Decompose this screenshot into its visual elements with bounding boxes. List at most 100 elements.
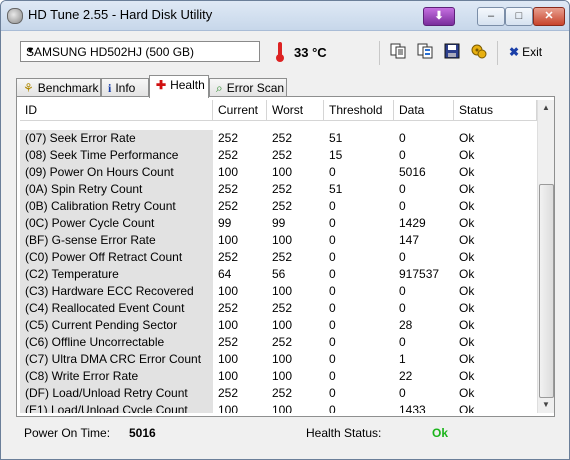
cell-data: 917537 — [399, 267, 440, 281]
cell-current: 100 — [218, 318, 239, 332]
cell-status: Ok — [459, 199, 475, 213]
table-row[interactable]: (C7) Ultra DMA CRC Error Count 100 100 0 1 Ok — [20, 351, 537, 368]
cell-current: 100 — [218, 233, 239, 247]
cell-status: Ok — [459, 386, 475, 400]
table-row[interactable]: (09) Power On Hours Count 100 100 0 5016 Ok — [20, 164, 537, 181]
cell-current: 100 — [218, 403, 239, 413]
table-row[interactable]: (0C) Power Cycle Count 99 99 0 1429 Ok — [20, 215, 537, 232]
table-row[interactable]: (DF) Load/Unload Retry Count 252 252 0 0 Ok — [20, 385, 537, 402]
table-row[interactable]: (C0) Power Off Retract Count 252 252 0 0 Ok — [20, 249, 537, 266]
tab-label: Error Scan — [226, 81, 285, 95]
cell-data: 1 — [399, 352, 406, 366]
health-status-value: Ok — [432, 426, 449, 440]
cell-threshold: 0 — [329, 369, 336, 383]
cell-data: 0 — [399, 131, 406, 145]
cell-threshold: 0 — [329, 335, 336, 349]
tab-error-scan[interactable]: ⌕ Error Scan — [209, 78, 287, 97]
table-row[interactable]: (E1) Load/Unload Cycle Count 100 100 0 1433 O… — [20, 402, 537, 413]
cell-data: 0 — [399, 284, 406, 298]
title-bar[interactable]: HD Tune 2.55 - Hard Disk Utility ⬇ – □ ✕ — [1, 1, 569, 31]
cell-threshold: 0 — [329, 199, 336, 213]
window-title: HD Tune 2.55 - Hard Disk Utility — [28, 7, 213, 22]
table-row[interactable]: (C5) Current Pending Sector 100 100 0 28 Ok — [20, 317, 537, 334]
table-row[interactable]: (C4) Reallocated Event Count 252 252 0 0 Ok — [20, 300, 537, 317]
copy-icon[interactable] — [390, 43, 406, 59]
power-on-value: 5016 — [129, 426, 156, 440]
tab-health[interactable]: ✚ Health — [149, 75, 209, 98]
cell-id: (C2) Temperature — [20, 266, 213, 283]
options-icon[interactable] — [471, 43, 487, 59]
cell-status: Ok — [459, 165, 475, 179]
cell-id: (0C) Power Cycle Count — [20, 215, 213, 232]
cell-status: Ok — [459, 233, 475, 247]
cell-threshold: 0 — [329, 301, 336, 315]
cell-worst: 100 — [272, 369, 293, 383]
cell-data: 1429 — [399, 216, 426, 230]
table-row[interactable]: (07) Seek Error Rate 252 252 51 0 Ok — [20, 130, 537, 147]
column-header-worst[interactable]: Worst — [267, 100, 324, 120]
tab-label: Info — [115, 81, 136, 95]
cell-current: 252 — [218, 199, 239, 213]
column-header-threshold[interactable]: Threshold — [324, 100, 394, 120]
cell-worst: 252 — [272, 182, 293, 196]
cell-worst: 252 — [272, 131, 293, 145]
cell-status: Ok — [459, 267, 475, 281]
table-row[interactable]: (0B) Calibration Retry Count 252 252 0 0 Ok — [20, 198, 537, 215]
cell-worst: 100 — [272, 318, 293, 332]
minimize-button[interactable]: – — [477, 7, 505, 26]
cell-id: (C0) Power Off Retract Count — [20, 249, 213, 266]
scroll-up-icon[interactable]: ▲ — [538, 100, 554, 116]
status-bar: Power On Time: 5016 Health Status: Ok — [1, 419, 569, 459]
cell-threshold: 0 — [329, 352, 336, 366]
cell-current: 64 — [218, 267, 232, 281]
vertical-scrollbar[interactable]: ▲ ▼ — [537, 100, 554, 413]
download-button[interactable]: ⬇ — [423, 7, 455, 26]
cell-worst: 252 — [272, 335, 293, 349]
cell-status: Ok — [459, 182, 475, 196]
table-header: ID Current Worst Threshold Data Status — [20, 100, 537, 121]
cell-data: 0 — [399, 335, 406, 349]
column-header-id[interactable]: ID — [20, 100, 213, 120]
drive-select[interactable]: SAMSUNG HD502HJ (500 GB) ▼ — [20, 41, 260, 62]
cell-status: Ok — [459, 352, 475, 366]
cell-current: 252 — [218, 148, 239, 162]
cell-threshold: 51 — [329, 182, 343, 196]
column-header-status[interactable]: Status — [454, 100, 537, 120]
table-row[interactable]: (BF) G-sense Error Rate 100 100 0 147 Ok — [20, 232, 537, 249]
scroll-down-icon[interactable]: ▼ — [538, 397, 554, 413]
column-header-data[interactable]: Data — [394, 100, 454, 120]
table-row[interactable]: (C3) Hardware ECC Recovered 100 100 0 0 Ok — [20, 283, 537, 300]
smart-table: ID Current Worst Threshold Data Status (… — [20, 100, 537, 413]
column-header-current[interactable]: Current — [213, 100, 267, 120]
benchmark-icon: ⚘ — [23, 81, 34, 95]
table-row[interactable]: (C2) Temperature 64 56 0 917537 Ok — [20, 266, 537, 283]
save-icon[interactable] — [444, 43, 460, 59]
cell-id: (C3) Hardware ECC Recovered — [20, 283, 213, 300]
cell-threshold: 15 — [329, 148, 343, 162]
cell-status: Ok — [459, 284, 475, 298]
cell-threshold: 0 — [329, 165, 336, 179]
cell-status: Ok — [459, 369, 475, 383]
table-row[interactable]: (08) Seek Time Performance 252 252 15 0 Ok — [20, 147, 537, 164]
cell-id: (0A) Spin Retry Count — [20, 181, 213, 198]
exit-button[interactable]: ✖ Exit — [509, 45, 542, 59]
tab-info[interactable]: i Info — [101, 78, 149, 97]
close-button[interactable]: ✕ — [533, 7, 565, 26]
copy-all-icon[interactable] — [417, 43, 433, 59]
cell-worst: 100 — [272, 352, 293, 366]
table-row[interactable]: (C6) Offline Uncorrectable 252 252 0 0 Ok — [20, 334, 537, 351]
magnifier-icon: ⌕ — [216, 81, 223, 95]
cell-id: (C6) Offline Uncorrectable — [20, 334, 213, 351]
cell-threshold: 0 — [329, 267, 336, 281]
power-on-label: Power On Time: — [24, 426, 111, 440]
table-row[interactable]: (C8) Write Error Rate 100 100 0 22 Ok — [20, 368, 537, 385]
maximize-button[interactable]: □ — [505, 7, 533, 26]
cell-id: (C7) Ultra DMA CRC Error Count — [20, 351, 213, 368]
scrollbar-thumb[interactable] — [539, 184, 554, 398]
cell-data: 28 — [399, 318, 413, 332]
tab-benchmark[interactable]: ⚘ Benchmark — [16, 78, 101, 97]
cell-data: 0 — [399, 199, 406, 213]
cell-worst: 100 — [272, 403, 293, 413]
table-row[interactable]: (0A) Spin Retry Count 252 252 51 0 Ok — [20, 181, 537, 198]
cell-status: Ok — [459, 131, 475, 145]
